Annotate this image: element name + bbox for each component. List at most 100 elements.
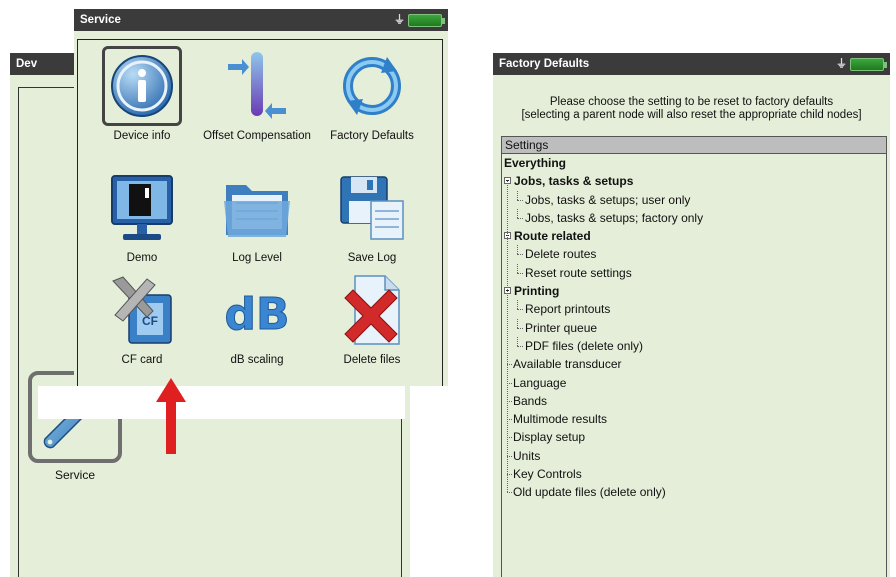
power-plug-icon: ⏚ [394,14,405,26]
service-title: Service [80,14,121,26]
tree-item[interactable]: Reset route settings [502,263,886,282]
tree-item[interactable]: Display setup [502,428,886,446]
log-level-tile[interactable] [217,168,297,248]
factory-defaults-screen: Factory Defaults ⏚ Please choose the set… [493,53,890,577]
offset-compensation-icon [228,52,286,119]
screenshot-mask [38,386,405,419]
delete-files-label: Delete files [343,354,401,366]
tree-connector [507,492,512,494]
tree-item-label: Old update files (delete only) [513,485,666,500]
service-screen: Service ⏚ Device info Offset Compensatio… [74,9,448,386]
tree-item-label: Bands [513,393,548,408]
tree-item-label: Available transducer [513,357,622,372]
status-icons: ⏚ [394,13,445,27]
cf-card-icon: CF [112,276,172,344]
svg-text:CF: CF [142,314,158,328]
tree-item[interactable]: Language [502,374,886,392]
tree-item-label: Units [513,448,541,463]
factory-defaults-tile[interactable] [332,46,412,126]
tree-connector [517,272,523,274]
demo-tile[interactable] [102,168,182,248]
tree-item-label: Everything [504,156,567,170]
db-scaling-tile[interactable]: dB [217,270,297,350]
instruction-line-2: [selecting a parent node will also reset… [521,109,862,121]
service-item-cf-card[interactable]: CF CF card [87,270,197,367]
tree-connector [517,199,523,201]
db-icon: dB [224,289,290,341]
service-item-save-log[interactable]: Save Log [317,168,427,265]
tree-connector [517,345,523,347]
service-item-delete-files[interactable]: Delete files [317,270,427,367]
tree-item-label: PDF files (delete only) [525,338,644,353]
tree-item[interactable]: Report printouts [502,300,886,318]
tree-item[interactable]: Units [502,447,886,465]
service-tile-label: Service [54,468,95,482]
settings-tree[interactable]: Settings Everything Jobs, tasks & setups J… [501,136,887,577]
tree-item-label: Delete routes [525,247,597,262]
delete-files-icon [344,275,400,345]
tree-item[interactable]: PDF files (delete only) [502,336,886,355]
device-info-label: Device info [113,130,171,142]
tree-connector [517,245,518,255]
save-log-tile[interactable] [332,168,412,248]
tree-item[interactable]: Available transducer [502,355,886,373]
tree-item[interactable]: Key Controls [502,465,886,483]
demo-label: Demo [126,252,158,264]
settings-tree-body: Everything Jobs, tasks & setups Jobs, task… [502,154,886,502]
floppy-icon [340,176,404,240]
tree-item-label: Multimode results [513,412,608,427]
info-icon [111,55,173,117]
tree-item[interactable]: Delete routes [502,245,886,263]
save-log-label: Save Log [347,252,397,264]
cf-card-tile[interactable]: CF [102,270,182,350]
service-titlebar: Service ⏚ [74,9,448,31]
tree-item-label: Jobs, tasks & setups [514,174,634,189]
tree-connector [517,263,518,273]
service-item-offset-compensation[interactable]: Offset Compensation [202,46,312,143]
tree-item-label: Key Controls [513,467,582,482]
tree-connector [517,300,518,310]
service-item-log-level[interactable]: Log Level [202,168,312,265]
tree-item-label: Jobs, tasks & setups; user only [525,192,691,207]
tree-connector [517,336,518,346]
tree-item[interactable]: Bands [502,392,886,410]
folder-icon [224,185,290,237]
tree-item[interactable]: Jobs, tasks & setups; factory only [502,208,886,227]
tree-connector [517,190,518,200]
service-item-factory-defaults[interactable]: Factory Defaults [317,46,427,143]
offset-compensation-label: Offset Compensation [203,130,311,142]
tree-item-label: Report printouts [525,302,611,317]
tree-item-label: Printing [514,284,560,299]
refresh-icon [343,57,401,115]
device-info-tile[interactable] [102,46,182,126]
tree-item[interactable]: Route related [502,227,886,245]
factory-defaults-instructions: Please choose the setting to be reset to… [493,96,890,122]
service-item-demo[interactable]: Demo [87,168,197,265]
cf-card-label: CF card [121,354,163,366]
red-up-arrow-icon [156,378,186,454]
tree-item[interactable]: Jobs, tasks & setups [502,172,886,190]
service-item-device-info[interactable]: Device info [87,46,197,143]
tree-item[interactable]: Everything [502,154,886,172]
tree-item[interactable]: Jobs, tasks & setups; user only [502,190,886,209]
tree-connector [517,318,518,328]
tree-item[interactable]: Printing [502,282,886,300]
tree-item[interactable]: Old update files (delete only) [502,483,886,501]
factory-defaults-title: Factory Defaults [499,58,590,70]
log-level-label: Log Level [232,252,282,264]
tree-item-label: Language [513,375,567,390]
power-plug-icon: ⏚ [836,58,847,70]
tree-connector [517,254,523,256]
background-title: Dev [16,58,38,70]
service-item-db-scaling[interactable]: dB dB scaling [202,270,312,367]
tree-connector [517,217,523,219]
tree-item[interactable]: Printer queue [502,318,886,337]
settings-header: Settings [502,137,886,154]
tree-item-label: Printer queue [525,320,598,335]
tree-connector [517,327,523,329]
tree-item[interactable]: Multimode results [502,410,886,428]
offset-compensation-tile[interactable] [217,46,297,126]
db-scaling-label: dB scaling [230,354,284,366]
tree-connector [517,208,518,218]
delete-files-tile[interactable] [332,270,412,350]
